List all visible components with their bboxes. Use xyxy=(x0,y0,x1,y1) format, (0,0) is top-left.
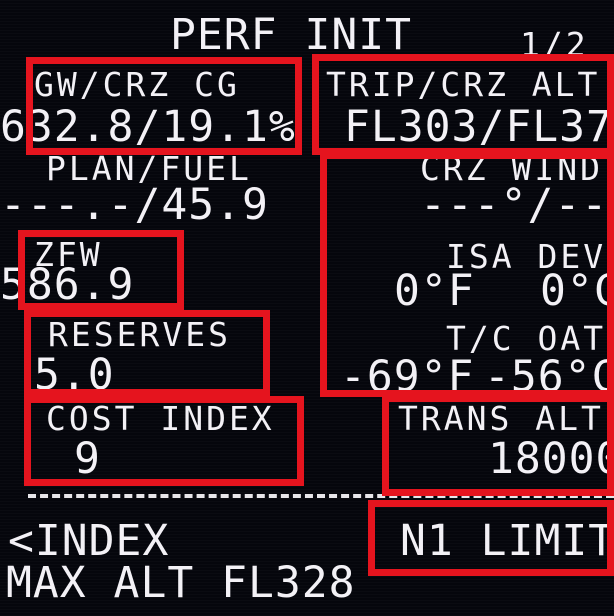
highlight-zfw xyxy=(18,230,184,310)
plan-fuel-value[interactable]: ---.-/45.9 xyxy=(0,184,269,227)
max-alt-text: MAX ALT FL328 xyxy=(6,558,356,608)
highlight-n1-limit xyxy=(368,500,614,576)
cdu-screen: PERF INIT 1/2 GW/CRZ CG 632.8/19.1% PLAN… xyxy=(0,0,614,616)
index-prompt[interactable]: <INDEX xyxy=(8,520,169,563)
highlight-trans-alt xyxy=(382,395,614,496)
highlight-right-panel xyxy=(320,152,614,397)
page-title: PERF INIT xyxy=(170,10,412,60)
highlight-reserves xyxy=(24,310,270,396)
highlight-cost-index xyxy=(24,396,304,486)
highlight-trip-crz-alt xyxy=(312,54,614,155)
highlight-gw-crz-cg xyxy=(26,57,302,155)
